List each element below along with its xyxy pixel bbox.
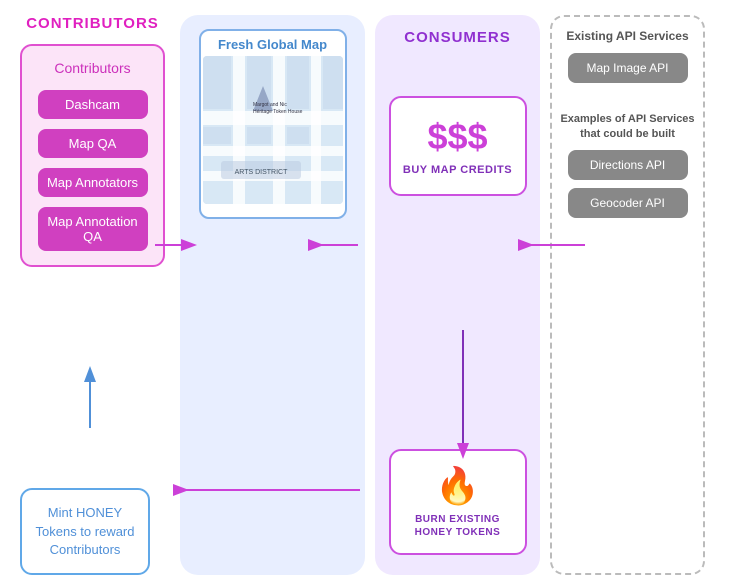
svg-text:Margot and Nic: Margot and Nic (253, 102, 287, 108)
svg-text:ARTS DISTRICT: ARTS DISTRICT (234, 169, 287, 176)
map-visual: ARTS DISTRICT Margot and Nic Héritage To… (203, 56, 343, 204)
buy-credits-label: BUY MAP CREDITS (403, 164, 512, 176)
map-card-title: Fresh Global Map (218, 31, 327, 56)
contributors-box: Contributors Dashcam Map QA Map Annotato… (20, 44, 165, 267)
mint-box-text: Mint HONEY Tokens to reward Contributors (32, 504, 138, 559)
map-annotation-qa-item: Map Annotation QA (38, 207, 148, 251)
burn-icon: 🔥 (435, 465, 480, 507)
map-annotators-item: Map Annotators (38, 168, 148, 197)
burn-label: BURN EXISTING HONEY TOKENS (401, 513, 515, 539)
mint-box: Mint HONEY Tokens to reward Contributors (20, 488, 150, 575)
contributors-box-title: Contributors (54, 60, 130, 76)
contributors-header: CONTRIBUTORS (26, 15, 159, 32)
map-image-api-button[interactable]: Map Image API (568, 53, 688, 83)
consumers-header: CONSUMERS (404, 29, 511, 46)
geocoder-api-button[interactable]: Geocoder API (568, 188, 688, 218)
dollar-sign: $$$ (427, 116, 487, 158)
burn-box: 🔥 BURN EXISTING HONEY TOKENS (389, 449, 527, 555)
contributors-column: CONTRIBUTORS Contributors Dashcam Map QA… (10, 15, 175, 575)
svg-text:Héritage Token House: Héritage Token House (253, 109, 303, 115)
map-qa-item: Map QA (38, 129, 148, 158)
map-card: Fresh Global Map (199, 29, 347, 219)
directions-api-button[interactable]: Directions API (568, 150, 688, 180)
center-column: Fresh Global Map (180, 15, 365, 575)
main-container: CONTRIBUTORS Contributors Dashcam Map QA… (0, 0, 750, 588)
map-svg: ARTS DISTRICT Margot and Nic Héritage To… (203, 56, 343, 204)
dashcam-item: Dashcam (38, 90, 148, 119)
api-examples-title: Examples of API Services that could be b… (560, 112, 695, 143)
consumers-column: CONSUMERS $$$ BUY MAP CREDITS 🔥 BURN EXI… (375, 15, 540, 575)
buy-credits-box: $$$ BUY MAP CREDITS (389, 96, 527, 196)
existing-api-title: Existing API Services (566, 29, 688, 45)
api-divider (563, 101, 693, 102)
api-column: Existing API Services Map Image API Exam… (550, 15, 705, 575)
